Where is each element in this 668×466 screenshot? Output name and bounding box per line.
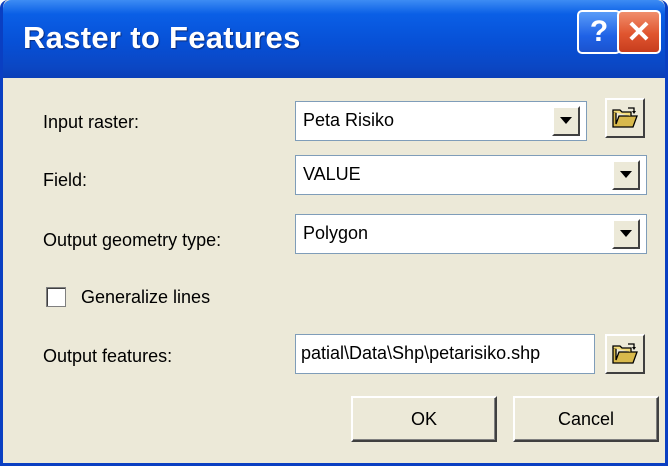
close-button[interactable]: ✕ <box>617 10 661 54</box>
geometry-type-combo[interactable]: Polygon <box>295 214 647 254</box>
cancel-button[interactable]: Cancel <box>513 396 659 442</box>
input-raster-dropdown-button[interactable] <box>552 106 580 136</box>
output-features-label: Output features: <box>43 346 173 366</box>
field-dropdown-button[interactable] <box>612 160 640 190</box>
dialog-title: Raster to Features <box>23 20 301 55</box>
geometry-type-value: Polygon <box>303 223 369 243</box>
geometry-type-label: Output geometry type: <box>43 230 222 250</box>
input-raster-browse-button[interactable] <box>605 98 645 138</box>
output-features-value: patial\Data\Shp\petarisiko.shp <box>301 343 541 363</box>
help-button[interactable]: ? <box>577 10 621 54</box>
chevron-down-icon <box>560 117 572 124</box>
field-combo[interactable]: VALUE <box>295 155 647 195</box>
chevron-down-icon <box>620 171 632 178</box>
generalize-lines-label[interactable]: Generalize lines <box>81 287 210 308</box>
output-features-input[interactable]: patial\Data\Shp\petarisiko.shp <box>295 334 595 374</box>
raster-to-features-dialog: Raster to Features ? ✕ Input raster: Pet… <box>0 0 668 466</box>
close-icon: ✕ <box>626 15 652 49</box>
generalize-lines-checkbox[interactable] <box>46 287 66 307</box>
output-features-browse-button[interactable] <box>605 334 645 374</box>
input-raster-value: Peta Risiko <box>303 110 395 130</box>
input-raster-combo[interactable]: Peta Risiko <box>295 101 587 141</box>
field-label: Field: <box>43 170 88 190</box>
ok-button[interactable]: OK <box>351 396 497 442</box>
input-raster-label: Input raster: <box>43 112 140 132</box>
chevron-down-icon <box>620 230 632 237</box>
geometry-type-dropdown-button[interactable] <box>612 219 640 249</box>
open-folder-icon <box>612 343 638 364</box>
open-folder-icon <box>612 107 638 128</box>
field-value: VALUE <box>303 164 361 184</box>
title-bar[interactable]: Raster to Features ? ✕ <box>3 0 665 78</box>
